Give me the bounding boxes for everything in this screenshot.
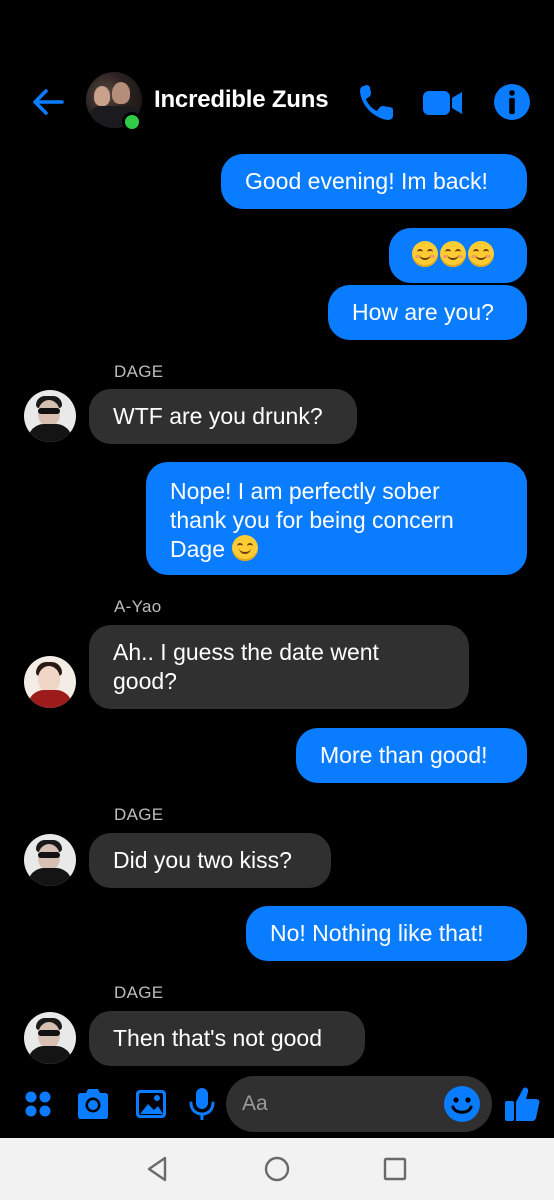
message-incoming[interactable]: Ah.. I guess the date went good? [89, 625, 469, 709]
nav-recents-icon[interactable] [380, 1154, 410, 1184]
message-input[interactable] [242, 1076, 442, 1132]
back-arrow-icon[interactable] [28, 82, 68, 122]
phone-icon[interactable] [356, 80, 400, 124]
message-outgoing[interactable]: Nope! I am perfectly sober thank you for… [146, 462, 527, 575]
smile-emoji-icon [468, 241, 494, 267]
relieved-emoji-icon [232, 535, 259, 561]
avatar-a-yao[interactable] [24, 656, 76, 708]
message-outgoing[interactable]: Good evening! Im back! [221, 154, 527, 209]
apps-icon[interactable] [20, 1086, 56, 1122]
camera-icon[interactable] [75, 1086, 111, 1122]
message-incoming[interactable]: Then that's not good [89, 1011, 365, 1066]
nav-home-icon[interactable] [262, 1154, 292, 1184]
avatar-dage[interactable] [24, 390, 76, 442]
video-camera-icon[interactable] [420, 80, 464, 124]
nav-back-icon[interactable] [143, 1154, 173, 1184]
message-outgoing[interactable]: How are you? [328, 285, 527, 340]
chat-title[interactable]: Incredible Zuns [154, 86, 329, 114]
smile-emoji-icon [440, 241, 466, 267]
message-outgoing[interactable]: More than good! [296, 728, 527, 783]
chat-header: Incredible Zuns [0, 60, 554, 146]
gallery-icon[interactable] [133, 1086, 169, 1122]
sender-name: DAGE [114, 362, 164, 381]
message-input-container[interactable] [226, 1076, 492, 1132]
thumbs-up-icon[interactable] [502, 1084, 542, 1124]
system-navigation-bar [0, 1138, 554, 1200]
message-incoming[interactable]: WTF are you drunk? [89, 389, 357, 444]
sender-name: A-Yao [114, 597, 162, 616]
microphone-icon[interactable] [184, 1086, 220, 1122]
info-icon[interactable] [490, 80, 534, 124]
emoji-icon[interactable] [442, 1084, 482, 1124]
avatar-dage[interactable] [24, 1012, 76, 1064]
smile-emoji-icon [412, 241, 438, 267]
message-composer [0, 1070, 554, 1138]
message-incoming[interactable]: Did you two kiss? [89, 833, 331, 888]
message-outgoing[interactable]: No! Nothing like that! [246, 906, 527, 961]
sender-name: DAGE [114, 983, 164, 1002]
message-outgoing-emoji[interactable] [389, 228, 527, 283]
sender-name: DAGE [114, 805, 164, 824]
avatar-dage[interactable] [24, 834, 76, 886]
online-status-dot [122, 112, 142, 132]
